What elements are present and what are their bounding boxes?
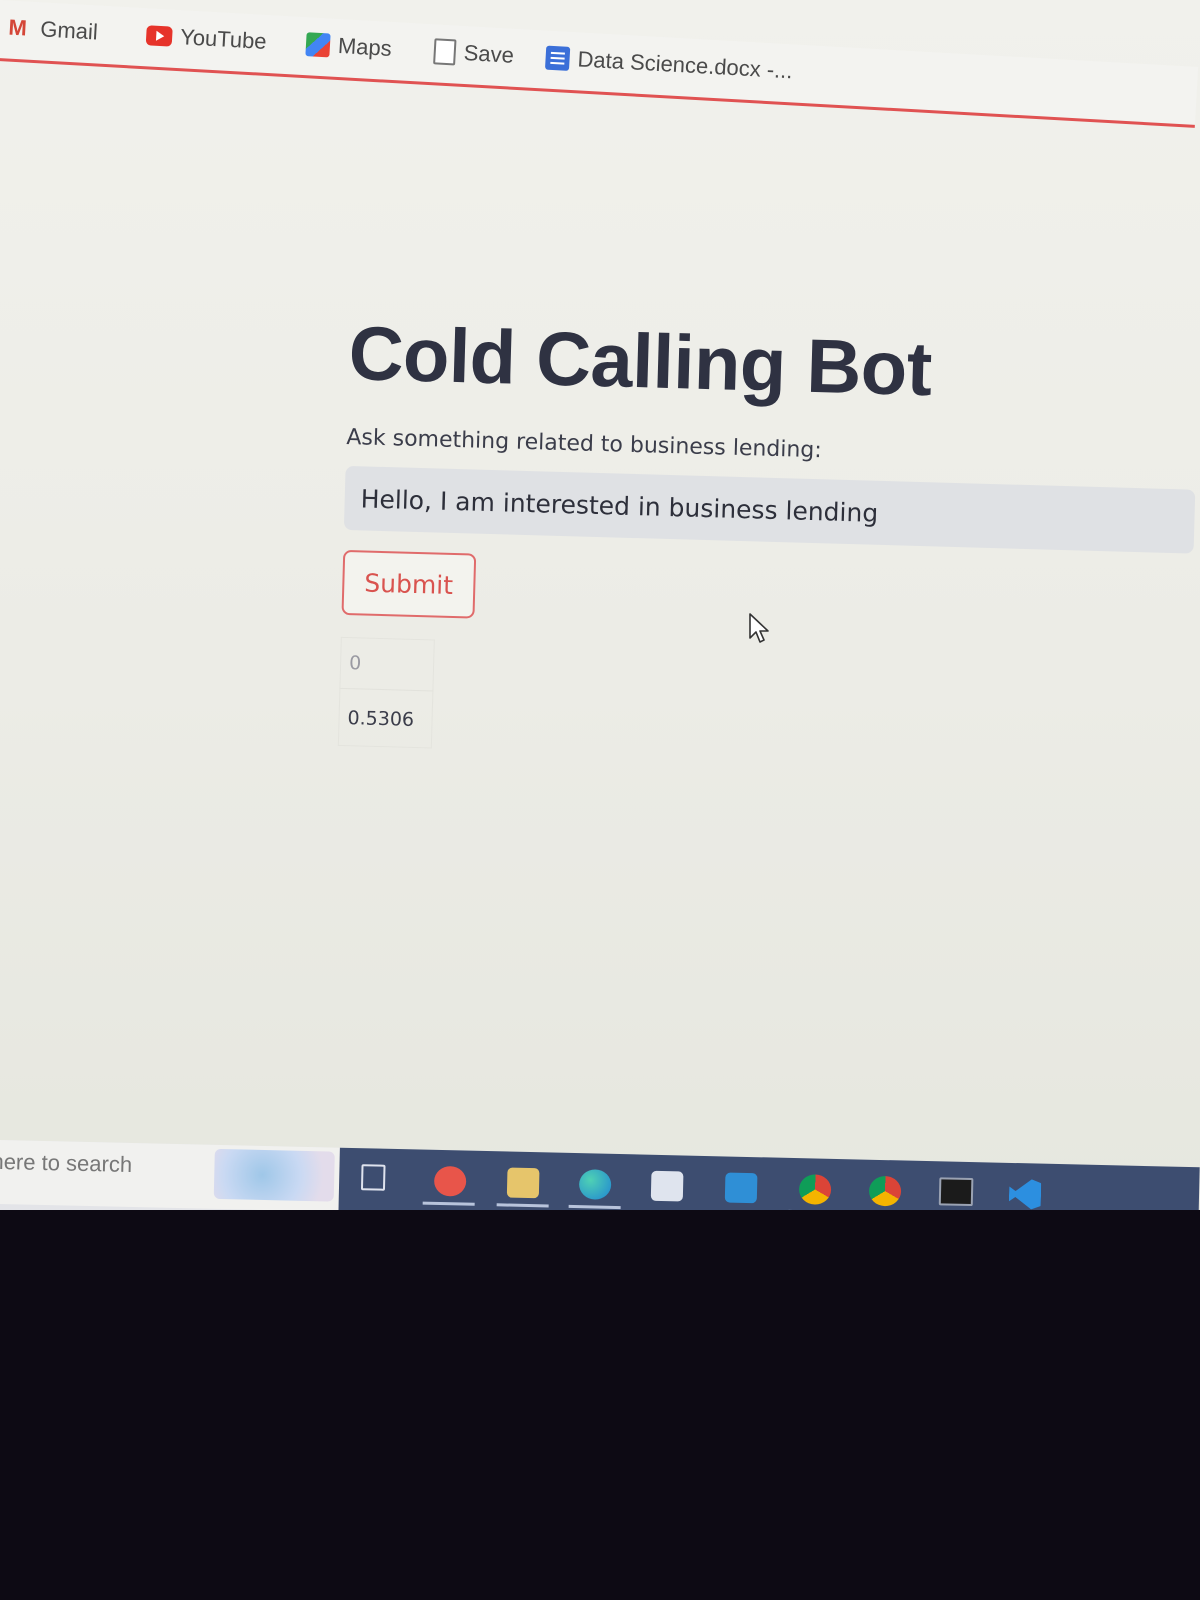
bookmark-label: Save [463,39,515,68]
running-indicator [496,1203,549,1208]
running-indicator [568,1204,621,1210]
gmail-icon: M [7,14,28,41]
chrome-icon[interactable] [868,1175,902,1207]
taskbar-search-box[interactable]: here to search [0,1140,340,1210]
terminal-icon[interactable] [938,1177,974,1207]
file-explorer-icon[interactable] [506,1167,540,1199]
vscode-icon[interactable] [1009,1179,1042,1210]
submit-button[interactable]: Submit [341,549,476,619]
chrome-profile-icon[interactable] [798,1174,832,1205]
youtube-icon [145,25,173,47]
table-row: 0.5306 [338,688,433,748]
bookmark-label: Maps [337,32,393,61]
store-icon[interactable] [650,1170,684,1202]
mail-icon[interactable] [724,1172,758,1204]
taskbar: here to search [0,1140,1200,1210]
app-main: Cold Calling Bot Ask something related t… [337,310,1200,771]
bookmarks-bar: M Gmail YouTube Maps Save Data Science.d… [0,0,1199,128]
document-icon [433,38,457,66]
page-title: Cold Calling Bot [347,310,933,413]
result-table: 0 0.5306 [337,636,436,749]
bookmark-save[interactable]: Save [433,38,515,68]
mouse-pointer-icon [749,613,769,643]
task-view-icon[interactable] [360,1164,386,1191]
docs-icon [544,45,571,71]
bookmark-gmail[interactable]: M Gmail [8,15,99,46]
monitor-bezel [0,1210,1200,1600]
table-column-header: 0 [339,637,435,691]
taskbar-search-text: here to search [0,1148,133,1178]
bookmark-label: YouTube [179,24,268,54]
table-header-row: 0 [339,637,435,691]
running-indicator [422,1201,475,1206]
bookmark-label: Gmail [39,16,99,45]
bookmark-maps[interactable]: Maps [305,31,392,62]
bookmark-youtube[interactable]: YouTube [145,22,268,55]
monitor-screen: M Gmail YouTube Maps Save Data Science.d… [0,0,1200,1210]
wps-office-icon[interactable] [433,1165,467,1197]
search-highlight-image [213,1148,335,1202]
bookmark-data-science-doc[interactable]: Data Science.docx -... [544,45,794,85]
edge-icon[interactable] [578,1169,612,1200]
maps-icon [305,32,331,58]
taskbar-apps [338,1147,1200,1210]
query-label: Ask something related to business lendin… [346,424,823,464]
bookmark-label: Data Science.docx -... [576,46,794,84]
table-cell: 0.5306 [347,707,415,731]
